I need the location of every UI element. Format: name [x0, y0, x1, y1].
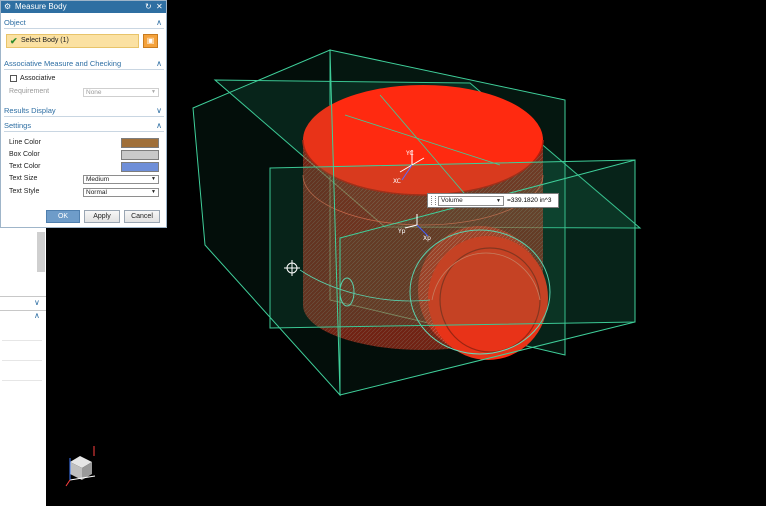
requirement-dropdown: None ▼ [83, 88, 159, 97]
select-body-row[interactable]: ✔ Select Body (1) [6, 34, 139, 48]
associative-checkbox[interactable] [10, 75, 17, 82]
triad-label-yp: Yp [398, 228, 406, 235]
line-color-swatch[interactable] [121, 138, 159, 148]
chevron-down-icon[interactable]: ∨ [156, 105, 162, 116]
section-settings[interactable]: Settings ∧ [4, 120, 164, 132]
chevron-up-icon[interactable]: ∧ [156, 120, 162, 131]
select-body-button[interactable]: ▣ [143, 34, 158, 48]
text-style-dropdown[interactable]: Normal ▼ [83, 188, 159, 197]
dialog-titlebar[interactable]: ⚙ Measure Body ↻ ✕ [1, 1, 166, 13]
triad-label-yc: YC [406, 150, 414, 157]
measure-body-dialog: ⚙ Measure Body ↻ ✕ Object ∧ ✔ Select Bod… [0, 0, 167, 228]
box-color-label: Box Color [9, 151, 40, 158]
chevron-down-icon: ▼ [151, 176, 156, 182]
close-icon[interactable]: ✕ [156, 1, 163, 13]
panel-expand-chevron-icon[interactable]: ∧ [34, 311, 40, 320]
chevron-down-icon: ▼ [151, 89, 156, 95]
drag-grip-icon[interactable] [431, 196, 436, 205]
measure-callout[interactable]: Volume ▼ =339.1820 in^3 [427, 193, 559, 208]
apply-button[interactable]: Apply [84, 210, 120, 223]
triad-label-xp: Xp [423, 235, 431, 242]
text-style-label: Text Style [9, 188, 40, 195]
volume-value: =339.1820 in^3 [507, 197, 552, 204]
section-results-display[interactable]: Results Display ∨ [4, 105, 164, 117]
panel-row-line [2, 380, 42, 381]
section-settings-label: Settings [4, 121, 32, 130]
panel-row-line [2, 340, 42, 341]
reset-icon[interactable]: ↻ [145, 1, 152, 13]
section-associative[interactable]: Associative Measure and Checking ∧ [4, 58, 164, 70]
text-size-dropdown[interactable]: Medium ▼ [83, 175, 159, 184]
chevron-up-icon[interactable]: ∧ [156, 58, 162, 69]
panel-row-line [2, 360, 42, 361]
ok-button[interactable]: OK [46, 210, 80, 223]
triad-label-xc: XC [393, 178, 401, 185]
text-color-swatch[interactable] [121, 162, 159, 172]
text-size-label: Text Size [9, 175, 38, 182]
text-style-value: Normal [86, 189, 107, 196]
text-size-value: Medium [86, 176, 110, 183]
datum-plane-diagonal [192, 49, 341, 397]
view-triad-icon [65, 446, 96, 487]
box-color-swatch[interactable] [121, 150, 159, 160]
measure-type-value: Volume [441, 197, 463, 204]
line-color-label: Line Color [9, 139, 41, 146]
gear-icon: ⚙ [4, 2, 12, 11]
requirement-value: None [86, 89, 102, 96]
panel-collapse-chevron-icon[interactable]: ∨ [34, 298, 40, 307]
checkmark-icon: ✔ [10, 36, 18, 46]
dialog-title: Measure Body [15, 2, 67, 11]
select-body-label: Select Body (1) [21, 37, 69, 44]
chevron-up-icon[interactable]: ∧ [156, 17, 162, 28]
section-associative-label: Associative Measure and Checking [4, 59, 122, 68]
section-results-label: Results Display [4, 106, 56, 115]
requirement-label: Requirement [9, 88, 50, 95]
cube-select-icon: ▣ [146, 36, 155, 45]
panel-divider [0, 296, 46, 297]
text-color-label: Text Color [9, 163, 41, 170]
panel-scrollbar[interactable] [37, 232, 45, 272]
associative-label: Associative [20, 75, 56, 82]
chevron-down-icon: ▼ [151, 189, 156, 195]
measure-type-dropdown[interactable]: Volume ▼ [438, 196, 504, 206]
section-object[interactable]: Object ∧ [4, 17, 164, 29]
chevron-down-icon: ▼ [496, 198, 501, 204]
cancel-button[interactable]: Cancel [124, 210, 160, 223]
section-object-label: Object [4, 18, 26, 27]
